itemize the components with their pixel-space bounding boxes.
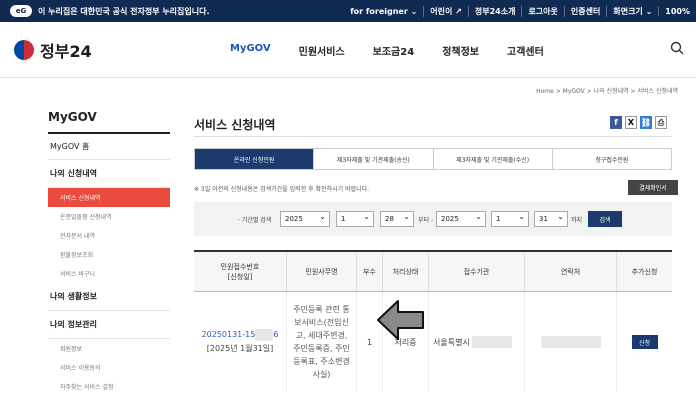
sidebar-item-care-applications[interactable]: 온종일돌봄 신청내역 (48, 207, 170, 226)
applications-table: 민원접수번호 [신청일] 민원사무명 부수 처리상태 접수기관 연락처 추가신청… (194, 250, 672, 392)
redacted-agency (471, 336, 512, 348)
apply-cell: 신청 (616, 292, 672, 392)
sidebar-item-service-consent[interactable]: 서비스 이용동의 (48, 358, 170, 377)
service-name-cell: 주민등록 관련 통보서비스(전입신고, 세대주변경, 주민등록증, 주민등록표,… (286, 292, 356, 392)
x-icon[interactable]: X (625, 116, 637, 129)
tab-third-party-sent[interactable]: 제3자제출 및 기관제출(송신) (313, 149, 432, 169)
from-month-select[interactable]: 1 (336, 211, 374, 227)
to-year-select[interactable]: 2025 (436, 211, 486, 227)
table-row: 20250131-15 6 [2025년 1월31일] 주민등록 관련 통보서비스… (194, 292, 672, 392)
period-filter-label: · 기간별 검색 (238, 217, 272, 224)
sidebar-title: MyGOV (48, 110, 170, 134)
link-icon[interactable]: ⛓ (640, 116, 652, 129)
col-status: 처리상태 (382, 252, 428, 291)
col-receipt-no: 민원접수번호 [신청일] (220, 262, 260, 281)
main-nav: MyGOV 민원서비스 보조금24 정책정보 고객센터 (230, 43, 544, 58)
period-filter: · 기간별 검색 2025 1 28 부터 - 2025 1 31 까지 검색 (194, 202, 672, 236)
logo-text: 정부24 (40, 42, 92, 61)
breadcrumb[interactable]: Home > MyGOV > 나의 신청내역 > 서비스 신청내역 (536, 86, 678, 95)
logout-link[interactable]: 로그아웃 (521, 5, 563, 17)
search-icon[interactable] (670, 41, 684, 55)
col-contact: 연락처 (524, 252, 616, 291)
col-service-name: 민원사무명 (286, 252, 356, 291)
tab-claim-receipts[interactable]: 청구접수민원 (551, 149, 671, 169)
nav-policy-info[interactable]: 정책정보 (442, 43, 479, 58)
to-month-select[interactable]: 1 (491, 211, 529, 227)
col-copies: 부수 (356, 252, 382, 291)
receipt-number-link[interactable]: 20250131-15 6 (202, 328, 278, 342)
share-buttons: f X ⛓ ⎙ (610, 116, 667, 129)
tab-online-applications[interactable]: 온라인 신청민원 (195, 149, 314, 169)
kids-link[interactable]: 어린이 ↗ (423, 5, 468, 17)
search-period-notice: ※ 3일 이전의 신청내용은 검색기간을 입력한 후 확인하시기 바랍니다. (194, 186, 370, 193)
agency-name: 서울특별시 (433, 337, 470, 347)
gov-notice: 이 누리집은 대한민국 공식 전자정부 누리집입니다. (38, 6, 210, 16)
sidebar-item-mygov-home[interactable]: MyGOV 홈 (48, 134, 170, 160)
col-additional-apply: 추가신청 (616, 252, 672, 291)
nav-civil-service[interactable]: 민원서비스 (299, 43, 345, 58)
from-label: 부터 - (418, 217, 434, 224)
col-agency: 접수기관 (428, 252, 524, 291)
print-icon[interactable]: ⎙ (655, 116, 667, 129)
agency-cell: 서울특별시 (428, 292, 524, 392)
until-label: 까지 (571, 217, 583, 224)
receipt-cell: 20250131-15 6 [2025년 1월31일] (194, 292, 286, 392)
application-tabs: 온라인 신청민원 제3자제출 및 기관제출(송신) 제3자제출 및 기관제출(수… (194, 148, 672, 170)
zoom-level[interactable]: 100% (658, 6, 696, 16)
facebook-icon[interactable]: f (610, 116, 622, 129)
sidebar-group-my-info[interactable]: 나의 정보관리 (48, 311, 170, 339)
application-date: [2025년 1월31일] (206, 344, 274, 353)
contact-cell (524, 292, 616, 392)
utility-links: for foreigner ⌄ 어린이 ↗ 정부24소개 로그아웃 인증센터 화… (344, 5, 696, 17)
sidebar-group-life-info[interactable]: 나의 생활정보 (48, 283, 170, 311)
sidebar-item-service-applications[interactable]: 서비스 신청내역 (48, 188, 170, 207)
from-year-select[interactable]: 2025 (280, 211, 330, 227)
page-title: 서비스 신청내역 (194, 118, 276, 132)
sidebar: MyGOV MyGOV 홈 나의 신청내역 서비스 신청내역 온종일돌봄 신청내… (48, 110, 170, 396)
egov-logo-icon: eG (10, 5, 32, 17)
sidebar-item-service-basket[interactable]: 서비스 바구니 (48, 264, 170, 283)
title-divider (194, 136, 672, 137)
from-day-select[interactable]: 28 (380, 211, 414, 227)
redacted-contact (540, 336, 601, 348)
sidebar-item-favorite-services[interactable]: 자주찾는 서비스 설정 (48, 377, 170, 396)
payment-cert-button[interactable]: 결제확인서 (628, 180, 678, 195)
apply-button[interactable]: 신청 (631, 335, 658, 349)
tab-third-party-received[interactable]: 제3자제출 및 기관제출(수신) (432, 149, 552, 169)
table-header: 민원접수번호 [신청일] 민원사무명 부수 처리상태 접수기관 연락처 추가신청 (194, 250, 672, 292)
screen-size-dropdown[interactable]: 화면크기 ⌄ (606, 5, 658, 17)
pointer-arrow-icon (377, 300, 424, 340)
to-day-select[interactable]: 31 (534, 211, 568, 227)
about-link[interactable]: 정부24소개 (467, 5, 522, 17)
search-button[interactable]: 검색 (588, 211, 622, 227)
gov-banner: eG 이 누리집은 대한민국 공식 전자정부 누리집입니다. for forei… (0, 0, 696, 22)
nav-customer-center[interactable]: 고객센터 (507, 43, 544, 58)
taegeuk-logo-icon (14, 40, 34, 60)
sidebar-item-member-info[interactable]: 회원정보 (48, 339, 170, 358)
nav-subsidy24[interactable]: 보조금24 (373, 43, 415, 58)
site-logo[interactable]: 정부24 (14, 38, 92, 62)
nav-mygov[interactable]: MyGOV (230, 43, 271, 58)
cert-center-link[interactable]: 인증센터 (563, 5, 606, 17)
sidebar-group-applications[interactable]: 나의 신청내역 (48, 160, 170, 188)
site-header: 정부24 MyGOV 민원서비스 보조금24 정책정보 고객센터 (0, 22, 696, 78)
foreigner-link[interactable]: for foreigner ⌄ (344, 7, 423, 16)
sidebar-item-e-documents[interactable]: 전자문서 내역 (48, 226, 170, 245)
sidebar-item-refund-info[interactable]: 환불정보조회 (48, 245, 170, 264)
